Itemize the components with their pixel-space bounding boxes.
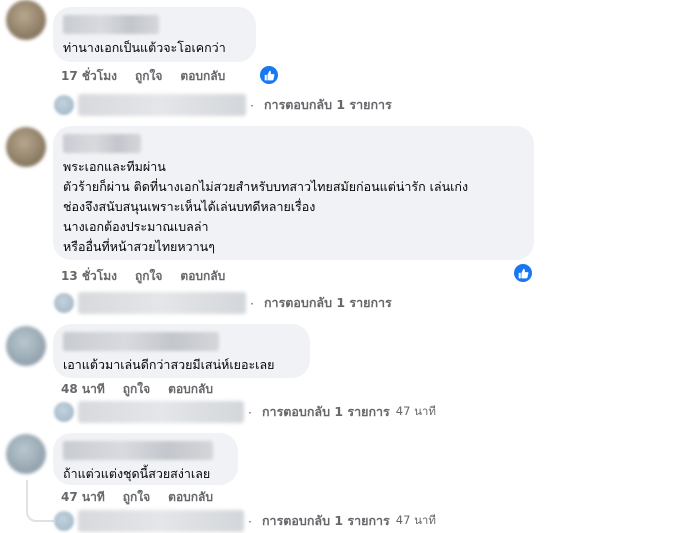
reply-author-name xyxy=(78,292,246,314)
reply-count-label[interactable]: การตอบกลับ 1 รายการ xyxy=(262,511,390,531)
author-name[interactable] xyxy=(63,332,219,351)
avatar[interactable] xyxy=(6,326,46,366)
separator-dot: · xyxy=(248,513,252,529)
separator-dot: · xyxy=(248,404,252,420)
avatar[interactable] xyxy=(6,127,46,167)
comment-text: ท่านางเอกเป็นแต้วจะโอเคกว่า xyxy=(63,40,226,55)
reply-avatar xyxy=(54,511,74,531)
separator-dot: · xyxy=(250,97,254,113)
reply-time[interactable]: 47 นาที xyxy=(396,512,436,530)
comment-bubble: ท่านางเอกเป็นแต้วจะโอเคกว่า xyxy=(53,7,256,62)
reply-count-label[interactable]: การตอบกลับ 1 รายการ xyxy=(264,95,392,115)
like-button[interactable]: ถูกใจ xyxy=(135,267,162,286)
comment-time[interactable]: 47 นาที xyxy=(61,488,105,507)
like-button[interactable]: ถูกใจ xyxy=(135,67,162,86)
author-name[interactable] xyxy=(63,134,141,153)
comment-time[interactable]: 17 ชั่วโมง xyxy=(61,67,117,86)
comment-bubble: เอาแต้วมาเล่นดีกว่าสวยมีเสน่ห์เยอะเลย xyxy=(53,324,310,378)
comment-bubble: ถ้าแต่วแต่งชุดนี้สวยสง่าเลย xyxy=(53,433,238,485)
comment-time[interactable]: 13 ชั่วโมง xyxy=(61,267,117,286)
comment-actions: 17 ชั่วโมง ถูกใจ ตอบกลับ xyxy=(61,67,225,86)
view-replies[interactable]: · การตอบกลับ 1 รายการ xyxy=(54,292,392,314)
comment-actions: 48 นาที ถูกใจ ตอบกลับ xyxy=(61,380,213,399)
like-button[interactable]: ถูกใจ xyxy=(123,380,150,399)
reply-avatar xyxy=(54,95,74,115)
thumbs-up-icon[interactable] xyxy=(260,66,278,84)
comment-text: พระเอกและทีมผ่าน ตัวร้ายก็ผ่าน ติดที่นาง… xyxy=(63,159,469,254)
reply-button[interactable]: ตอบกลับ xyxy=(180,267,225,286)
reply-button[interactable]: ตอบกลับ xyxy=(180,67,225,86)
reply-avatar xyxy=(54,293,74,313)
view-replies[interactable]: · การตอบกลับ 1 รายการ xyxy=(54,94,392,116)
comment-text: เอาแต้วมาเล่นดีกว่าสวยมีเสน่ห์เยอะเลย xyxy=(63,357,275,372)
comment-text: ถ้าแต่วแต่งชุดนี้สวยสง่าเลย xyxy=(63,466,211,481)
reply-count-label[interactable]: การตอบกลับ 1 รายการ xyxy=(262,402,390,422)
like-button[interactable]: ถูกใจ xyxy=(123,488,150,507)
view-replies[interactable]: · การตอบกลับ 1 รายการ 47 นาที xyxy=(54,510,436,532)
reply-button[interactable]: ตอบกลับ xyxy=(168,488,213,507)
reply-count-label[interactable]: การตอบกลับ 1 รายการ xyxy=(264,293,392,313)
avatar[interactable] xyxy=(6,434,46,474)
reply-button[interactable]: ตอบกลับ xyxy=(168,380,213,399)
thumbs-up-icon[interactable] xyxy=(514,264,532,282)
reply-author-name xyxy=(78,94,246,116)
comment-bubble: พระเอกและทีมผ่าน ตัวร้ายก็ผ่าน ติดที่นาง… xyxy=(53,126,534,260)
author-name[interactable] xyxy=(63,441,213,460)
reply-author-name xyxy=(78,510,244,532)
comment-actions: 47 นาที ถูกใจ ตอบกลับ xyxy=(61,488,213,507)
comment-actions: 13 ชั่วโมง ถูกใจ ตอบกลับ xyxy=(61,267,225,286)
reply-author-name xyxy=(78,401,244,423)
reply-avatar xyxy=(54,402,74,422)
view-replies[interactable]: · การตอบกลับ 1 รายการ 47 นาที xyxy=(54,401,436,423)
separator-dot: · xyxy=(250,295,254,311)
reply-time[interactable]: 47 นาที xyxy=(396,403,436,421)
author-name[interactable] xyxy=(63,15,159,34)
avatar[interactable] xyxy=(6,0,46,40)
thread-line xyxy=(26,480,54,522)
comment-time[interactable]: 48 นาที xyxy=(61,380,105,399)
